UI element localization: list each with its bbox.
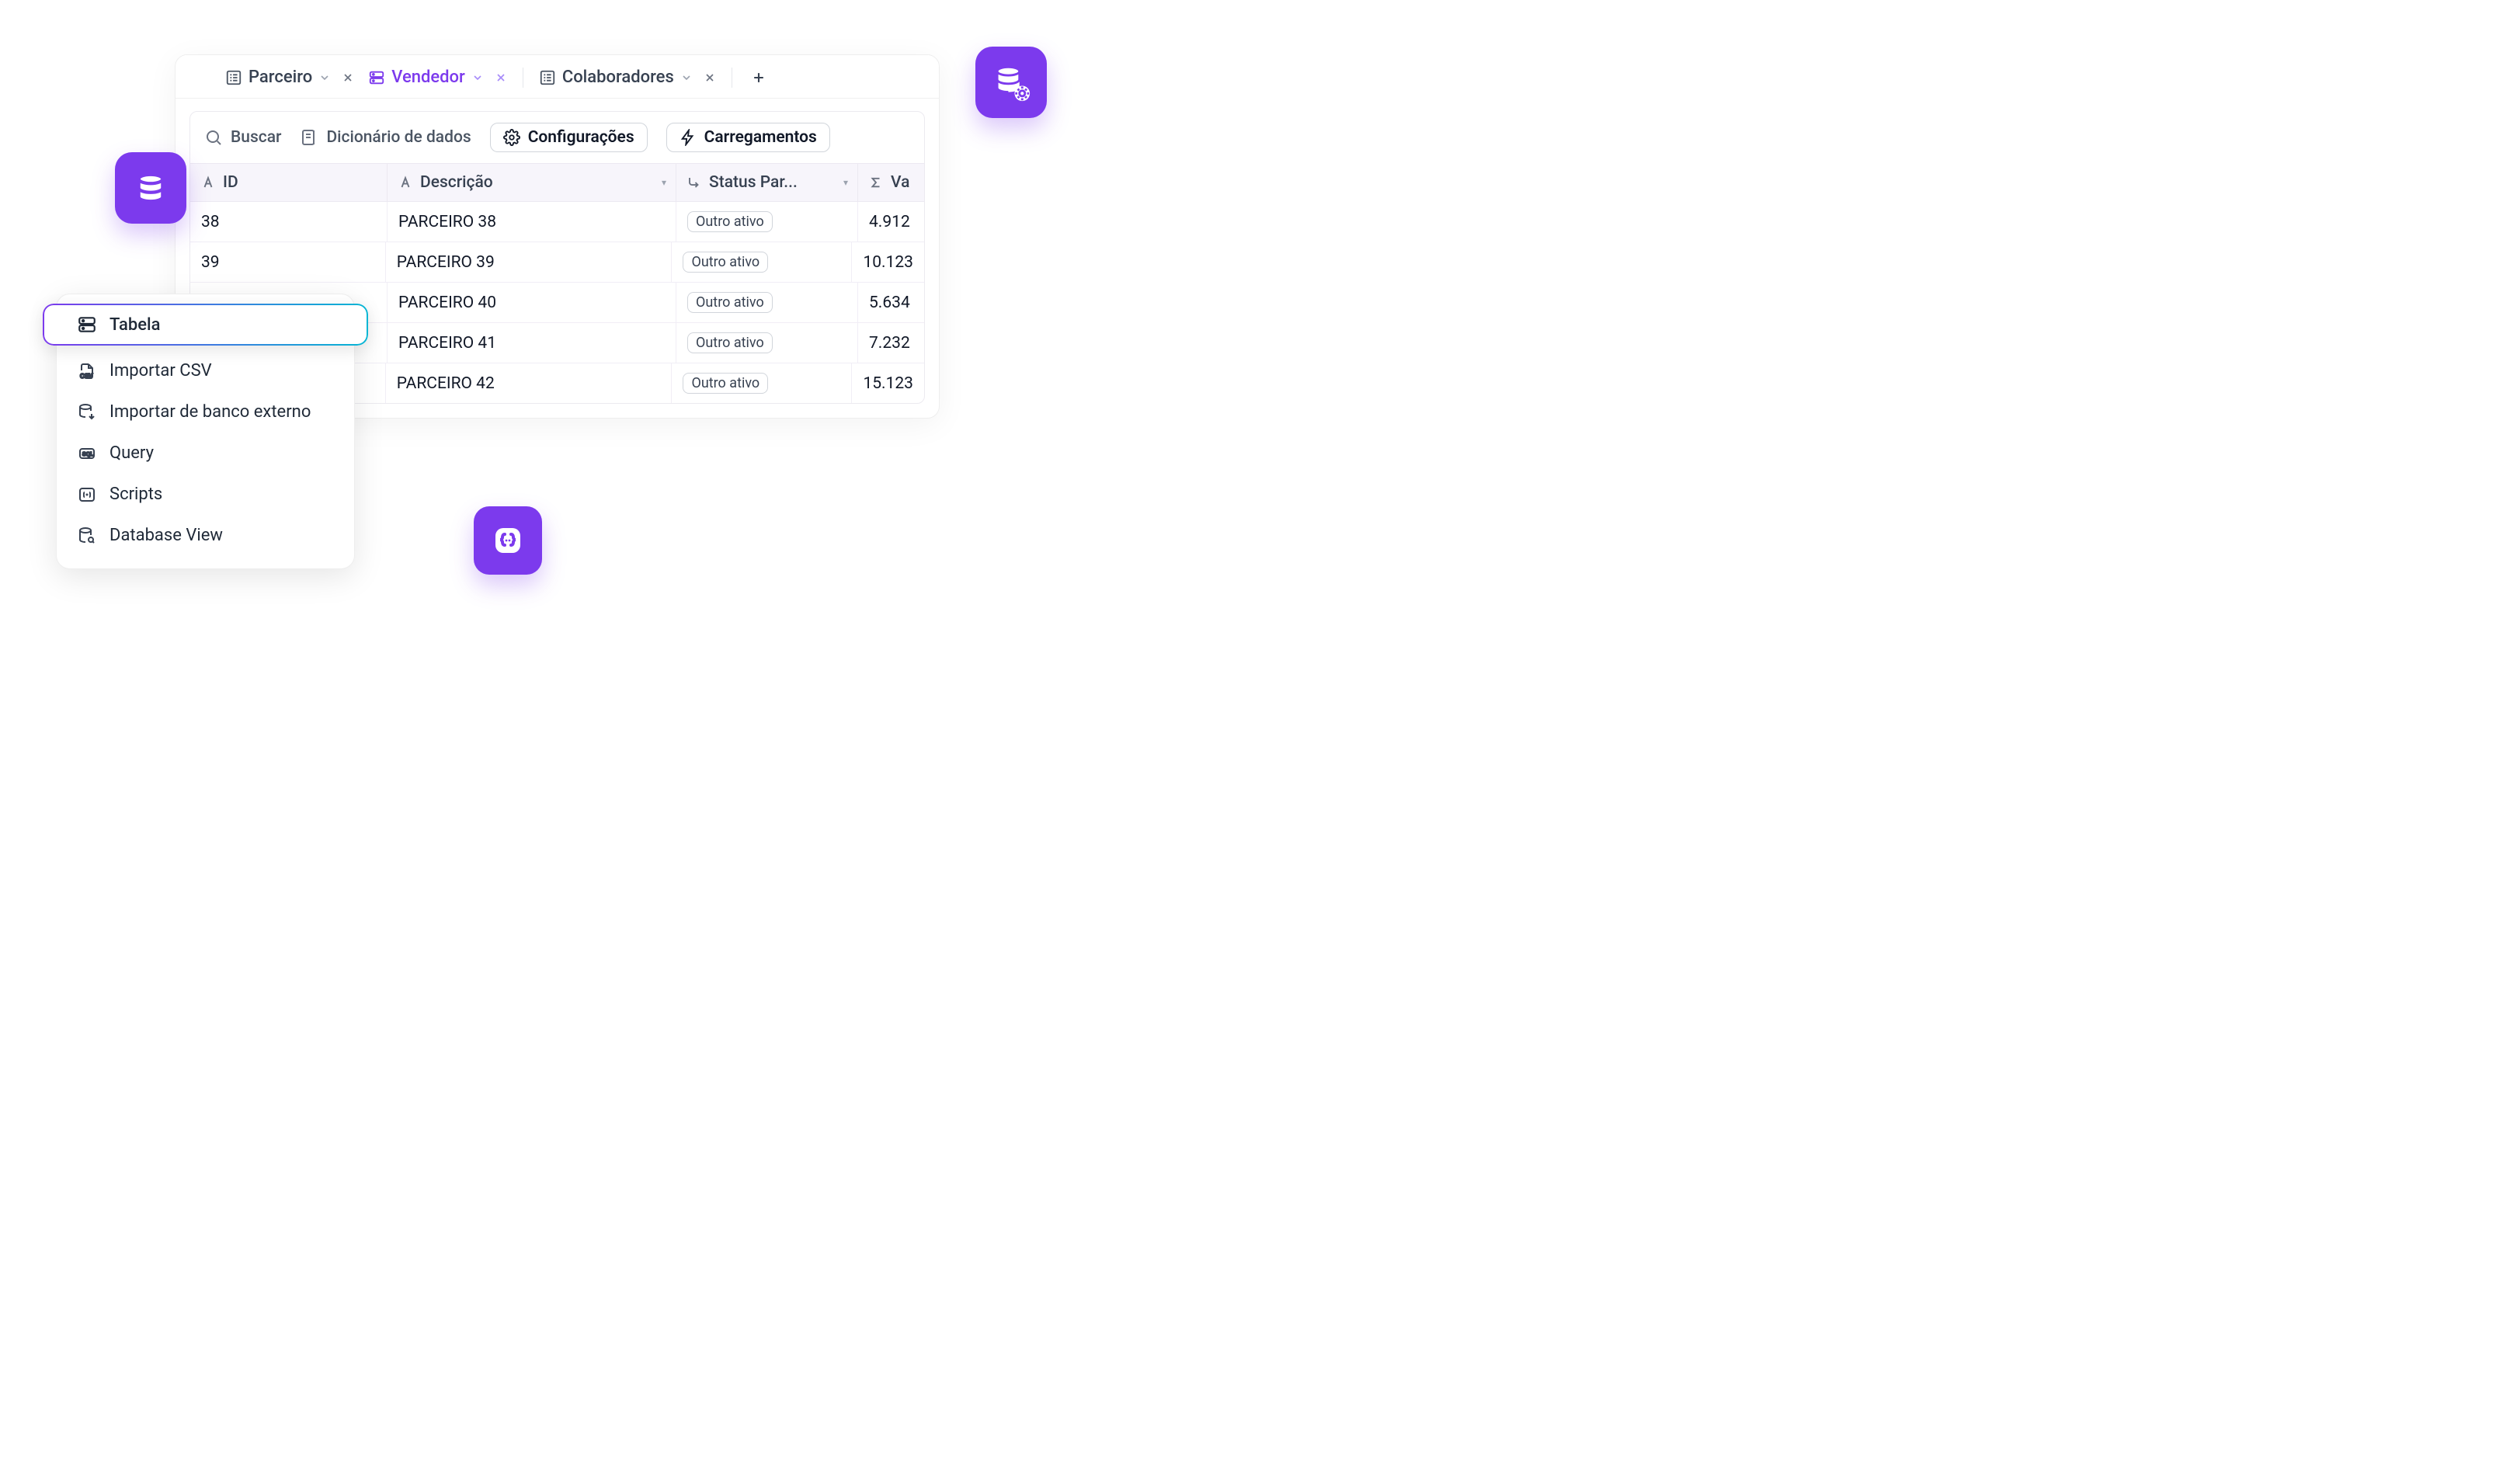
menu-item-label: Tabela xyxy=(109,315,160,335)
database-search-icon xyxy=(77,527,97,545)
column-label: Status Par... xyxy=(709,173,798,192)
code-braces-icon xyxy=(489,522,527,559)
book-icon xyxy=(300,128,318,147)
svg-text:SQL: SQL xyxy=(82,452,94,457)
menu-item-label: Scripts xyxy=(109,485,162,504)
text-type-icon xyxy=(201,176,215,189)
tab-label: Colaboradores xyxy=(562,68,674,87)
cell-desc: PARCEIRO 40 xyxy=(388,283,676,322)
menu-item-import-db[interactable]: Importar de banco externo xyxy=(57,391,354,433)
toolbar-label: Carregamentos xyxy=(704,128,817,147)
status-badge: Outro ativo xyxy=(683,252,768,273)
cell-desc: PARCEIRO 41 xyxy=(388,323,676,363)
cell-id: 38 xyxy=(190,202,388,242)
menu-item-label: Database View xyxy=(109,526,223,545)
tab-parceiro[interactable]: Parceiro xyxy=(222,64,357,90)
cell-status: Outro ativo xyxy=(676,202,858,242)
status-badge: Outro ativo xyxy=(687,211,773,232)
column-status[interactable]: Status Par... ▾ xyxy=(676,164,858,201)
floating-database-settings-button[interactable] xyxy=(975,47,1047,118)
sigma-icon xyxy=(869,176,883,189)
cell-value: 10.123 xyxy=(852,242,924,282)
status-badge: Outro ativo xyxy=(683,373,768,394)
database-gear-icon xyxy=(992,63,1031,102)
dropdown-icon[interactable]: ▾ xyxy=(843,177,848,188)
close-icon[interactable] xyxy=(495,71,507,84)
close-icon[interactable] xyxy=(704,71,716,84)
menu-item-database-view[interactable]: Database View xyxy=(57,515,354,556)
menu-item-tabela[interactable]: Tabela xyxy=(43,304,368,346)
text-type-icon xyxy=(398,176,412,189)
floating-scripts-button[interactable] xyxy=(474,506,542,575)
toolbar-label: Dicionário de dados xyxy=(326,128,471,147)
menu-item-query[interactable]: SQL Query xyxy=(57,433,354,474)
add-tab-button[interactable] xyxy=(745,67,773,89)
cell-desc: PARCEIRO 39 xyxy=(386,242,673,282)
dropdown-icon[interactable]: ▾ xyxy=(662,177,666,188)
status-badge: Outro ativo xyxy=(687,292,773,313)
tab-colaboradores[interactable]: Colaboradores xyxy=(536,64,719,90)
create-menu: Tabela CSV Importar CSV Importar de banc… xyxy=(56,294,355,569)
tabs-bar: Parceiro Vendedor Cola xyxy=(176,55,939,99)
svg-text:CSV: CSV xyxy=(80,373,93,380)
chevron-down-icon[interactable] xyxy=(680,71,693,84)
menu-item-label: Importar CSV xyxy=(109,361,212,381)
cell-desc: PARCEIRO 38 xyxy=(388,202,676,242)
column-id[interactable]: ID xyxy=(190,164,388,201)
close-icon[interactable] xyxy=(342,71,354,84)
server-icon xyxy=(77,315,97,335)
chevron-down-icon[interactable] xyxy=(318,71,331,84)
table-row[interactable]: 38 PARCEIRO 38 Outro ativo 4.912 xyxy=(190,202,924,242)
code-braces-icon xyxy=(77,485,97,504)
search-icon xyxy=(204,128,223,147)
toolbar-label: Configurações xyxy=(528,128,634,147)
gear-icon xyxy=(503,129,520,146)
toolbar-label: Buscar xyxy=(231,128,281,147)
subarrow-icon xyxy=(687,176,701,189)
cell-status: Outro ativo xyxy=(676,323,858,363)
tab-vendedor[interactable]: Vendedor xyxy=(365,64,510,90)
tab-label: Vendedor xyxy=(391,68,465,87)
status-badge: Outro ativo xyxy=(687,332,773,353)
column-desc[interactable]: Descrição ▾ xyxy=(388,164,676,201)
column-label: Descrição xyxy=(420,173,493,192)
cell-status: Outro ativo xyxy=(676,283,858,322)
bolt-icon xyxy=(680,129,697,146)
column-label: Va xyxy=(891,173,909,192)
list-icon xyxy=(225,69,242,86)
menu-item-label: Importar de banco externo xyxy=(109,402,311,422)
table-header: ID Descrição ▾ Status Par... ▾ xyxy=(190,163,924,202)
menu-item-label: Query xyxy=(109,443,154,463)
cell-value: 7.232 xyxy=(858,323,924,363)
list-icon xyxy=(539,69,556,86)
cell-status: Outro ativo xyxy=(672,242,852,282)
cell-desc: PARCEIRO 42 xyxy=(386,363,673,403)
floating-database-button[interactable] xyxy=(115,152,186,224)
table-row[interactable]: 39 PARCEIRO 39 Outro ativo 10.123 xyxy=(190,242,924,283)
chevron-down-icon[interactable] xyxy=(471,71,484,84)
search-button[interactable]: Buscar xyxy=(204,128,281,147)
column-label: ID xyxy=(223,173,238,192)
loads-button[interactable]: Carregamentos xyxy=(666,123,830,152)
menu-item-import-csv[interactable]: CSV Importar CSV xyxy=(57,350,354,391)
menu-item-scripts[interactable]: Scripts xyxy=(57,474,354,515)
cell-status: Outro ativo xyxy=(672,363,852,403)
data-dictionary-button[interactable]: Dicionário de dados xyxy=(300,128,471,147)
cell-id: 39 xyxy=(190,242,386,282)
column-value[interactable]: Va xyxy=(858,164,924,201)
tab-label: Parceiro xyxy=(249,68,312,87)
cell-value: 5.634 xyxy=(858,283,924,322)
database-icon xyxy=(133,170,169,206)
toolbar: Buscar Dicionário de dados Configurações… xyxy=(190,112,924,163)
csv-file-icon: CSV xyxy=(77,362,97,381)
cell-value: 15.123 xyxy=(852,363,924,403)
server-icon xyxy=(368,69,385,86)
cell-value: 4.912 xyxy=(858,202,924,242)
database-download-icon xyxy=(77,403,97,422)
settings-button[interactable]: Configurações xyxy=(490,123,648,152)
sql-icon: SQL xyxy=(77,444,97,463)
